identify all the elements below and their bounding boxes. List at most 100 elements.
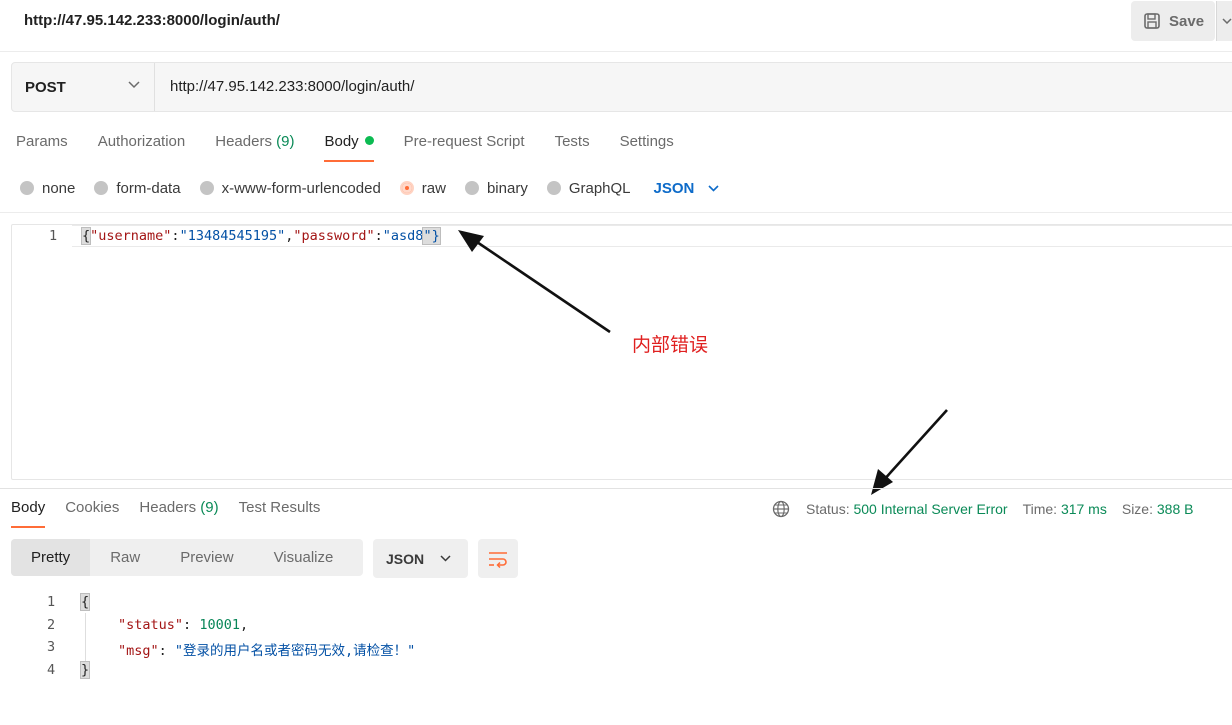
code-token: "password" [293,228,375,244]
time-value[interactable]: 317 ms [1061,501,1107,517]
body-format-select[interactable]: JSON [654,180,720,197]
save-options-button[interactable] [1216,1,1232,41]
body-format-label: JSON [653,179,695,197]
request-body-line: {"username":"13484545195","password":"as… [80,227,441,245]
wrap-lines-button[interactable] [478,539,518,578]
chevron-down-icon [708,184,719,192]
chevron-down-icon [128,81,140,89]
radio-x-www-form-urlencoded[interactable]: x-www-form-urlencoded [199,179,381,197]
tab-response-headers[interactable]: Headers (9) [139,498,218,528]
code-token: : [171,228,180,244]
save-icon [1144,13,1160,29]
globe-icon[interactable] [772,500,790,518]
tab-body[interactable]: Body [324,132,374,162]
request-title-bar: http://47.95.142.233:8000/login/auth/ Sa… [0,0,1232,52]
method-label: POST [25,78,66,96]
code-token: "msg" [118,643,159,659]
code-token: : [374,228,383,244]
line-number: 1 [49,228,58,244]
tab-count: (9) [200,499,219,516]
tab-label: Test Results [238,499,321,516]
tab-pre-request-script[interactable]: Pre-request Script [404,132,525,162]
request-body-editor[interactable]: 1 {"username":"13484545195","password":"… [11,224,1232,480]
radio-icon [464,181,479,195]
response-line: "status": 10001, [118,617,248,633]
method-select[interactable]: POST [12,63,155,111]
tab-authorization[interactable]: Authorization [98,132,186,162]
radio-icon [20,181,34,195]
response-divider [0,488,1232,489]
view-preview[interactable]: Preview [160,539,253,576]
code-token: "} [422,227,441,245]
radio-graphql[interactable]: GraphQL [546,179,631,197]
section-divider [0,212,1232,213]
response-line: "msg": "登录的用户名或者密码无效,请检查！" [118,639,415,659]
radio-icon [546,181,561,195]
code-token: "username" [90,228,172,244]
code-token: { [80,227,92,245]
radio-label: none [42,179,76,197]
tab-test-results[interactable]: Test Results [239,498,321,528]
tab-label: Body [11,499,46,516]
code-token: "status" [118,617,184,633]
radio-binary[interactable]: binary [464,179,528,197]
tab-params[interactable]: Params [16,132,68,162]
status-value[interactable]: 500 Internal Server Error [853,501,1007,517]
tab-label: Authorization [97,133,186,150]
radio-raw[interactable]: raw [399,180,446,197]
chevron-down-icon [440,555,451,562]
tab-label: Tests [554,133,590,150]
tab-headers[interactable]: Headers (9) [215,132,294,162]
line-number: 2 [47,617,56,633]
tab-label: Params [16,133,68,150]
request-title[interactable]: http://47.95.142.233:8000/login/auth/ [24,12,280,29]
response-status-bar: Status: 500 Internal Server Error Time: … [772,500,1193,518]
response-line: { [79,593,91,611]
status-label: Status: [806,501,850,517]
request-tabs: Params Authorization Headers (9) Body Pr… [16,132,704,162]
annotation-label: 内部错误 [632,335,709,356]
save-button[interactable]: Save [1131,1,1215,41]
line-number: 3 [47,639,56,655]
code-token: "登录的用户名或者密码无效,请检查！" [174,643,416,659]
size-label: Size: [1121,501,1153,517]
tab-label: Settings [619,133,674,150]
code-token: "asd8 [382,228,424,244]
radio-none[interactable]: none [20,180,75,197]
code-token: "13484545195" [179,228,286,244]
tab-label: Headers [139,499,197,516]
tab-response-body[interactable]: Body [11,498,46,528]
tab-settings[interactable]: Settings [620,132,674,162]
tab-tests[interactable]: Tests [555,132,590,162]
url-bar: POST http://47.95.142.233:8000/login/aut… [11,62,1232,112]
view-raw[interactable]: Raw [90,539,160,576]
chevron-down-icon [1221,18,1232,24]
save-label: Save [1169,12,1205,30]
response-view-modes: Pretty Raw Preview Visualize [11,539,363,576]
radio-label: GraphQL [568,179,631,197]
radio-form-data[interactable]: form-data [94,179,181,197]
line-number: 1 [47,594,56,610]
view-visualize[interactable]: Visualize [254,539,354,576]
radio-label: binary [486,179,528,197]
line-number: 4 [47,662,56,678]
tab-cookies[interactable]: Cookies [65,498,119,528]
radio-label: form-data [116,179,181,197]
size-value[interactable]: 388 B [1157,501,1194,517]
code-token: } [79,661,91,679]
code-token: { [79,593,91,611]
radio-selected-icon [399,181,414,195]
radio-label: x-www-form-urlencoded [221,179,381,197]
response-line: } [79,661,91,679]
view-pretty[interactable]: Pretty [11,539,91,576]
response-tabs: Body Cookies Headers (9) Test Results [11,498,340,528]
code-token: : [183,617,192,633]
url-input[interactable]: http://47.95.142.233:8000/login/auth/ [170,78,414,95]
response-format-select[interactable]: JSON [373,539,468,578]
modified-dot-icon [364,136,374,145]
indent-guide [85,613,86,661]
wrap-lines-icon [489,551,507,568]
tab-label: Headers [215,133,272,150]
response-format-label: JSON [386,550,425,567]
radio-icon [199,181,214,195]
